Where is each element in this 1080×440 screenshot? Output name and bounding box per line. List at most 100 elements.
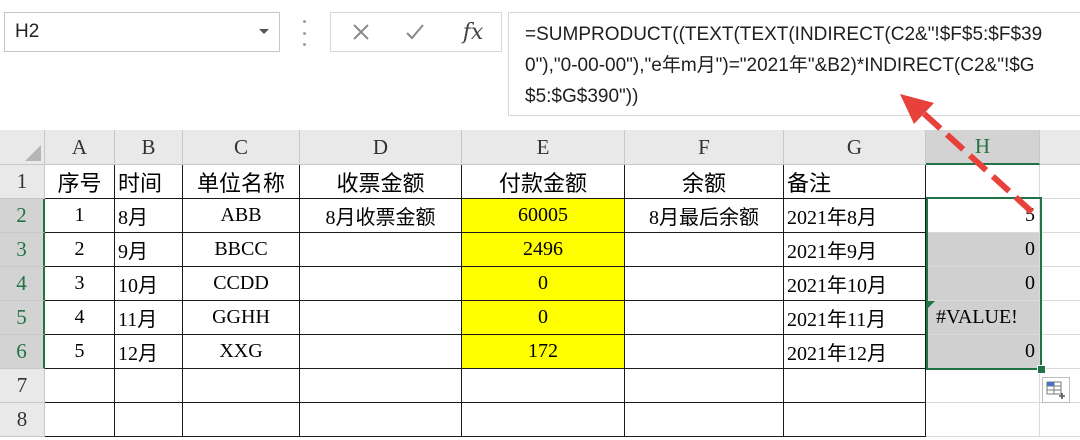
cell-a1[interactable]: 序号 xyxy=(45,165,115,199)
cell-blank xyxy=(1040,199,1080,233)
cell-h8[interactable] xyxy=(926,403,1040,437)
cell-d1[interactable]: 收票金额 xyxy=(300,165,462,199)
name-box[interactable]: H2 xyxy=(4,12,280,52)
column-header-g[interactable]: G xyxy=(784,130,926,165)
cell-h6[interactable]: 0 xyxy=(926,335,1040,369)
cell-b1[interactable]: 时间 xyxy=(115,165,183,199)
cell-b2[interactable]: 8月 xyxy=(115,199,183,233)
cell-c8[interactable] xyxy=(183,403,300,437)
insert-function-button[interactable]: fx xyxy=(453,17,493,47)
cell-d8[interactable] xyxy=(300,403,462,437)
cell-c2[interactable]: ABB xyxy=(183,199,300,233)
cell-c1[interactable]: 单位名称 xyxy=(183,165,300,199)
column-header-b[interactable]: B xyxy=(115,130,183,165)
cell-value: 9月 xyxy=(118,241,148,263)
cell-g4[interactable]: 2021年10月 xyxy=(784,267,926,301)
row-header-5[interactable]: 5 xyxy=(0,301,45,335)
column-header-h[interactable]: H xyxy=(926,130,1040,165)
cell-g6[interactable]: 2021年12月 xyxy=(784,335,926,369)
cell-f4[interactable] xyxy=(625,267,784,301)
cell-c4[interactable]: CCDD xyxy=(183,267,300,301)
row-header-8[interactable]: 8 xyxy=(0,403,45,437)
cell-a7[interactable] xyxy=(45,369,115,403)
cell-e5[interactable]: 0 xyxy=(462,301,625,335)
check-icon[interactable] xyxy=(395,17,435,47)
cell-h3[interactable]: 0 xyxy=(926,233,1040,267)
cell-d6[interactable] xyxy=(300,335,462,369)
cell-f1[interactable]: 余额 xyxy=(625,165,784,199)
cell-h5[interactable]: #VALUE! xyxy=(926,301,1040,335)
cell-a4[interactable]: 3 xyxy=(45,267,115,301)
cell-f3[interactable] xyxy=(625,233,784,267)
cell-f7[interactable] xyxy=(625,369,784,403)
cell-value: CCDD xyxy=(213,272,269,294)
quick-analysis-icon[interactable] xyxy=(1042,377,1070,403)
drag-handle-icon[interactable] xyxy=(298,20,310,46)
cell-b8[interactable] xyxy=(115,403,183,437)
cell-e7[interactable] xyxy=(462,369,625,403)
cell-a2[interactable]: 1 xyxy=(45,199,115,233)
x-icon[interactable] xyxy=(341,17,381,47)
cell-g7[interactable] xyxy=(784,369,926,403)
formula-input[interactable]: =SUMPRODUCT((TEXT(TEXT(INDIRECT(C2&"!$F$… xyxy=(508,12,1080,116)
row-header-1[interactable]: 1 xyxy=(0,165,45,199)
column-header-blank xyxy=(1040,130,1080,165)
cell-d2[interactable]: 8月收票金额 xyxy=(300,199,462,233)
column-header-a[interactable]: A xyxy=(45,130,115,165)
column-header-c[interactable]: C xyxy=(183,130,300,165)
cell-e3[interactable]: 2496 xyxy=(462,233,625,267)
cell-b3[interactable]: 9月 xyxy=(115,233,183,267)
cell-g8[interactable] xyxy=(784,403,926,437)
cell-g3[interactable]: 2021年9月 xyxy=(784,233,926,267)
cell-f5[interactable] xyxy=(625,301,784,335)
cell-c6[interactable]: XXG xyxy=(183,335,300,369)
cell-e4[interactable]: 0 xyxy=(462,267,625,301)
cell-d5[interactable] xyxy=(300,301,462,335)
column-header-f[interactable]: F xyxy=(625,130,784,165)
select-all-icon xyxy=(25,145,41,161)
cell-h4[interactable]: 0 xyxy=(926,267,1040,301)
cell-d4[interactable] xyxy=(300,267,462,301)
cell-value: 序号 xyxy=(57,170,102,196)
cell-g2[interactable]: 2021年8月 xyxy=(784,199,926,233)
row-header-6[interactable]: 6 xyxy=(0,335,45,369)
cell-value: 5 xyxy=(1025,204,1035,226)
cell-h1[interactable] xyxy=(926,165,1040,199)
cell-a6[interactable]: 5 xyxy=(45,335,115,369)
column-header-e[interactable]: E xyxy=(462,130,625,165)
cell-d7[interactable] xyxy=(300,369,462,403)
cell-g1[interactable]: 备注 xyxy=(784,165,926,199)
row-header-4[interactable]: 4 xyxy=(0,267,45,301)
row-header-2[interactable]: 2 xyxy=(0,199,45,233)
cell-b5[interactable]: 11月 xyxy=(115,301,183,335)
cell-e2[interactable]: 60005 xyxy=(462,199,625,233)
error-indicator-icon[interactable] xyxy=(926,301,935,310)
cell-f8[interactable] xyxy=(625,403,784,437)
cell-f6[interactable] xyxy=(625,335,784,369)
cell-e1[interactable]: 付款金额 xyxy=(462,165,625,199)
cell-b7[interactable] xyxy=(115,369,183,403)
cell-h2[interactable]: 5 xyxy=(926,199,1040,233)
select-all-button[interactable] xyxy=(0,130,45,165)
cell-value: 8月最后余额 xyxy=(649,207,759,229)
cell-b6[interactable]: 12月 xyxy=(115,335,183,369)
cell-e6[interactable]: 172 xyxy=(462,335,625,369)
cell-c3[interactable]: BBCC xyxy=(183,233,300,267)
cell-a5[interactable]: 4 xyxy=(45,301,115,335)
cell-d3[interactable] xyxy=(300,233,462,267)
cell-h7[interactable] xyxy=(926,369,1040,403)
cell-b4[interactable]: 10月 xyxy=(115,267,183,301)
cell-a3[interactable]: 2 xyxy=(45,233,115,267)
cell-value: 0 xyxy=(1025,340,1035,362)
column-header-d[interactable]: D xyxy=(300,130,462,165)
row-header-3[interactable]: 3 xyxy=(0,233,45,267)
chevron-down-icon[interactable] xyxy=(249,28,279,36)
fill-handle[interactable] xyxy=(1037,365,1046,374)
cell-e8[interactable] xyxy=(462,403,625,437)
cell-c7[interactable] xyxy=(183,369,300,403)
row-header-7[interactable]: 7 xyxy=(0,369,45,403)
cell-g5[interactable]: 2021年11月 xyxy=(784,301,926,335)
cell-a8[interactable] xyxy=(45,403,115,437)
cell-c5[interactable]: GGHH xyxy=(183,301,300,335)
cell-f2[interactable]: 8月最后余额 xyxy=(625,199,784,233)
